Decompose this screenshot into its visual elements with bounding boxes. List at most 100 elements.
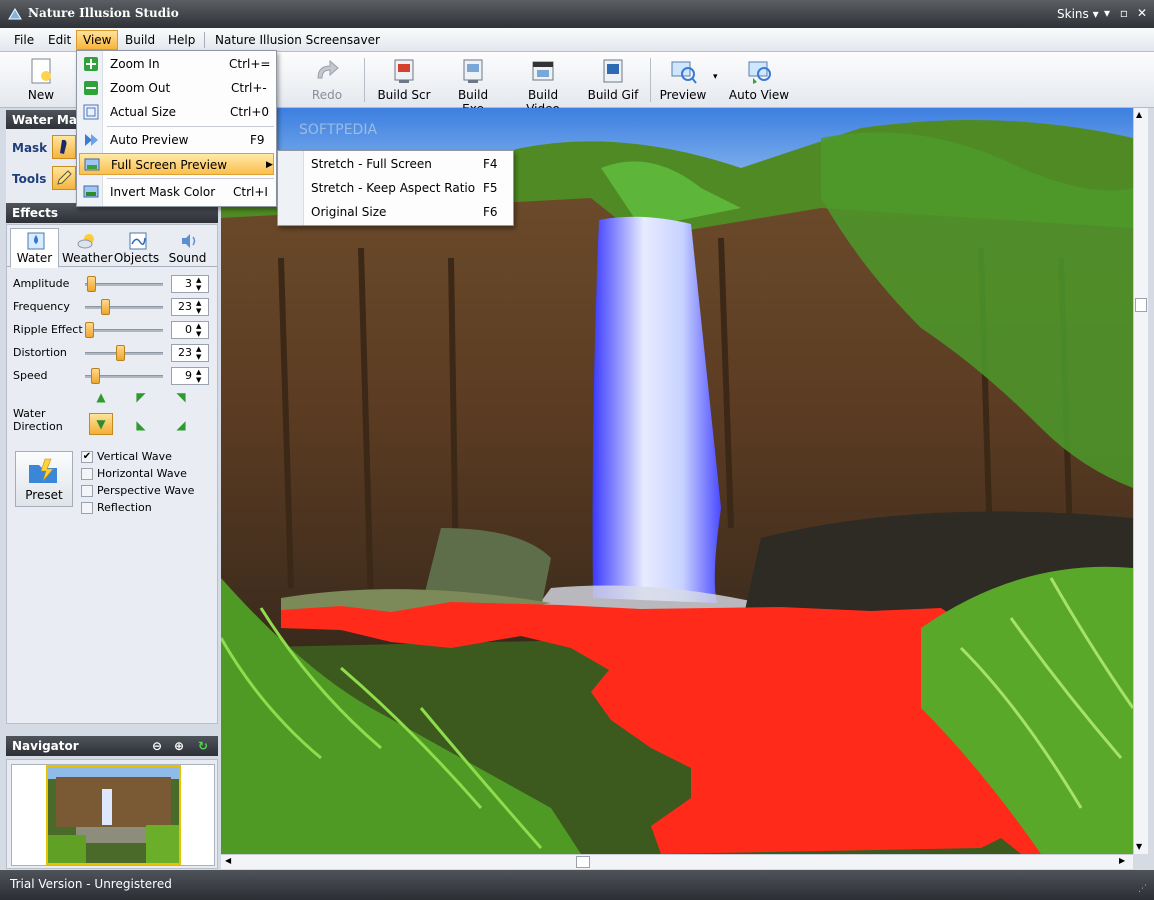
menu-item-invert-mask-color[interactable]: Invert Mask Color Ctrl+I	[79, 181, 274, 203]
direction-down-left-button[interactable]: ◣	[131, 415, 151, 435]
amplitude-slider-thumb[interactable]	[87, 276, 97, 292]
direction-up-right-button[interactable]: ◥	[171, 387, 191, 407]
checkbox-box[interactable]	[81, 502, 93, 514]
menu-file[interactable]: File	[8, 30, 40, 50]
preview-button[interactable]: Preview	[658, 54, 708, 106]
tab-weather[interactable]: Weather	[61, 228, 113, 267]
distortion-slider-thumb[interactable]	[116, 345, 126, 361]
new-button[interactable]: New	[18, 54, 64, 106]
spinner-arrows[interactable]: ▲ ▼	[196, 276, 206, 292]
preview-icon	[671, 61, 697, 84]
ripple-effect-spinner[interactable]: 0 ▲ ▼	[171, 321, 209, 339]
ripple-effect-slider-thumb[interactable]	[85, 322, 94, 338]
actual-size-icon	[83, 104, 99, 120]
app-icon	[8, 8, 22, 20]
amplitude-slider-track[interactable]	[85, 283, 163, 286]
menu-build[interactable]: Build	[119, 30, 161, 50]
tab-sound[interactable]: Sound	[163, 228, 212, 267]
menu-help[interactable]: Help	[162, 30, 201, 50]
scroll-down-arrow[interactable]: ▼	[1136, 842, 1142, 851]
refresh-icon[interactable]: ↻	[198, 736, 208, 756]
checkbox-box[interactable]	[81, 485, 93, 497]
navigator-thumbnail[interactable]	[11, 764, 215, 866]
spinner-arrows[interactable]: ▲ ▼	[196, 322, 206, 338]
water-direction-label: Water Direction	[13, 407, 63, 433]
direction-up-button[interactable]: ▲	[91, 387, 111, 407]
amplitude-spinner[interactable]: 3 ▲ ▼	[171, 275, 209, 293]
mask-label: Mask	[12, 141, 48, 155]
horizontal-scrollbar[interactable]: ◀ ▶	[221, 854, 1133, 869]
resize-grip-icon[interactable]: ⋰	[1138, 884, 1147, 894]
spinner-arrows[interactable]: ▲ ▼	[196, 368, 206, 384]
scroll-right-arrow[interactable]: ▶	[1119, 856, 1125, 865]
menu-screensaver[interactable]: Nature Illusion Screensaver	[209, 30, 386, 50]
objects-tab-icon	[129, 232, 147, 250]
horizontal-scroll-thumb[interactable]	[576, 856, 590, 868]
frequency-row: Frequency 23 ▲ ▼	[13, 297, 213, 317]
preview-dropdown-arrow[interactable]: ▾	[713, 72, 718, 82]
speed-spinner[interactable]: 9 ▲ ▼	[171, 367, 209, 385]
skins-menu[interactable]: Skins ▾	[1057, 7, 1099, 21]
checkbox-box[interactable]: ✔	[81, 451, 93, 463]
pencil-tool-button[interactable]	[52, 166, 76, 190]
menu-separator	[107, 126, 274, 127]
menu-item-stretch-full-screen[interactable]: Stretch - Full Screen F4	[280, 153, 511, 175]
spinner-arrows[interactable]: ▲ ▼	[196, 345, 206, 361]
preset-button[interactable]: Preset	[15, 451, 73, 507]
frequency-slider-track[interactable]	[85, 306, 163, 309]
menu-edit[interactable]: Edit	[42, 30, 77, 50]
menu-item-original-size[interactable]: Original Size F6	[280, 201, 511, 223]
spinner-arrows[interactable]: ▲ ▼	[196, 299, 206, 315]
vertical-scroll-thumb[interactable]	[1135, 298, 1147, 312]
tab-objects[interactable]: Objects	[112, 228, 161, 267]
direction-up-left-button[interactable]: ◤	[131, 387, 151, 407]
direction-down-right-button[interactable]: ◢	[171, 415, 191, 435]
zoom-out-icon	[84, 81, 98, 95]
zoom-out-icon[interactable]: ⊖	[152, 736, 162, 756]
menu-item-actual-size[interactable]: Actual Size Ctrl+0	[79, 101, 274, 123]
menu-separator	[204, 32, 205, 48]
build-video-icon	[532, 61, 554, 81]
window-title: Nature Illusion Studio	[28, 6, 179, 20]
frequency-label: Frequency	[13, 300, 70, 313]
tools-label: Tools	[12, 172, 47, 186]
build-scr-button[interactable]: Build Scr	[376, 54, 432, 106]
frequency-slider-thumb[interactable]	[100, 299, 110, 315]
view-menu-dropdown: Zoom In Ctrl+= Zoom Out Ctrl+- Actual Si…	[76, 50, 277, 207]
menu-item-auto-preview[interactable]: Auto Preview F9	[79, 129, 274, 151]
zoom-in-icon[interactable]: ⊕	[174, 736, 184, 756]
close-button[interactable]: ✕	[1135, 6, 1149, 20]
menu-view[interactable]: View	[76, 30, 119, 50]
pencil-icon	[57, 170, 72, 185]
effects-tabs: Water Weather Objects Sound	[7, 225, 217, 268]
build-scr-icon	[394, 59, 414, 83]
menu-item-zoom-in[interactable]: Zoom In Ctrl+=	[79, 53, 274, 75]
maximize-button[interactable]: ▫	[1117, 6, 1131, 20]
redo-button[interactable]: Redo	[304, 54, 350, 106]
weather-tab-icon	[77, 234, 94, 249]
menu-item-zoom-out[interactable]: Zoom Out Ctrl+-	[79, 77, 274, 99]
minimize-button[interactable]: ▾	[1100, 6, 1114, 20]
left-panel: Water Mask Mask Tools Effects Water Weat…	[0, 108, 221, 870]
frequency-spinner[interactable]: 23 ▲ ▼	[171, 298, 209, 316]
distortion-label: Distortion	[13, 346, 67, 359]
distortion-spinner[interactable]: 23 ▲ ▼	[171, 344, 209, 362]
tab-water[interactable]: Water	[10, 228, 59, 268]
direction-down-button[interactable]: ▼	[89, 413, 113, 435]
menu-item-full-screen-preview[interactable]: Full Screen Preview ▶	[79, 153, 274, 175]
menu-item-stretch-keep-aspect[interactable]: Stretch - Keep Aspect Ratio F5	[280, 177, 511, 199]
scroll-left-arrow[interactable]: ◀	[225, 856, 231, 865]
build-video-button[interactable]: Build Video	[510, 54, 576, 116]
full-screen-preview-icon	[84, 158, 100, 171]
mask-tool-button[interactable]	[52, 135, 76, 159]
checkbox-box[interactable]	[81, 468, 93, 480]
ripple-effect-slider-track[interactable]	[85, 329, 163, 332]
vertical-scrollbar[interactable]: ▲ ▼	[1133, 108, 1148, 854]
speed-slider-thumb[interactable]	[91, 368, 101, 384]
build-exe-button[interactable]: Build Exe	[446, 54, 500, 116]
build-gif-button[interactable]: Build Gif	[586, 54, 640, 106]
navigator-preview-image	[46, 765, 181, 865]
menu-bar: File Edit View Build Help Nature Illusio…	[0, 28, 1154, 52]
auto-view-button[interactable]: Auto View	[728, 54, 790, 106]
scroll-up-arrow[interactable]: ▲	[1136, 110, 1142, 119]
